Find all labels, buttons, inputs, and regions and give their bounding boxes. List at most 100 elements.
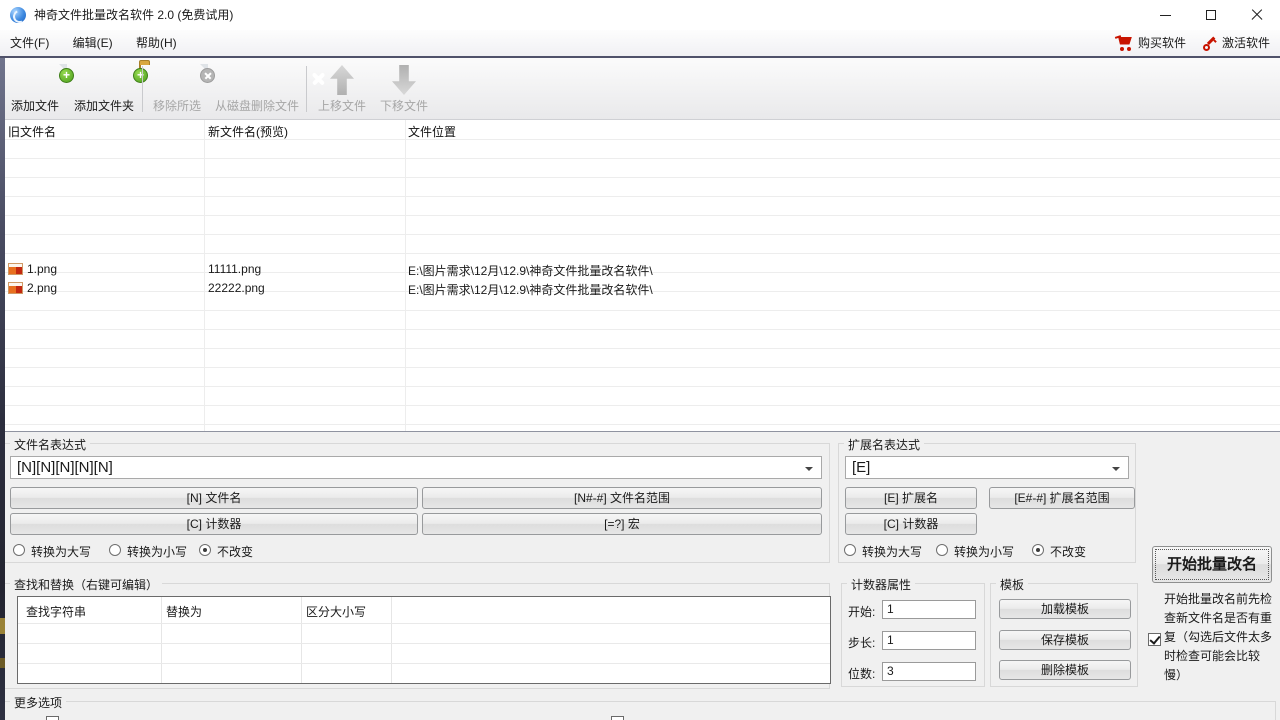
filename-expression-input[interactable]: [N][N][N][N][N] <box>10 456 822 479</box>
more-options-group: 更多选项 <box>4 701 1276 720</box>
chevron-down-icon[interactable] <box>805 467 813 475</box>
row-divider <box>18 623 830 624</box>
add-folder-icon <box>139 64 141 80</box>
insert-name-button[interactable]: [N] 文件名 <box>10 487 418 509</box>
delete-template-button[interactable]: 删除模板 <box>999 660 1131 680</box>
table-row[interactable]: 2.png 22222.png E:\图片需求\12月\12.9\神奇文件批量改… <box>0 279 1280 297</box>
radio-ext-nochange[interactable] <box>1032 544 1044 556</box>
counter-step-input[interactable]: 1 <box>882 631 976 650</box>
new-name-cell: 11111.png <box>208 262 261 276</box>
location-cell: E:\图片需求\12月\12.9\神奇文件批量改名软件\ <box>408 262 653 279</box>
move-up-icon <box>330 65 354 95</box>
options-panel: 文件名表达式 [N][N][N][N][N] [N] 文件名 [N#-#] 文件… <box>0 432 1280 720</box>
insert-ext-counter-button[interactable]: [C] 计数器 <box>845 513 977 535</box>
save-template-button[interactable]: 保存模板 <box>999 630 1131 650</box>
delete-from-disk-button: 从磁盘删除文件 <box>209 60 305 117</box>
radio-name-lowercase-label[interactable]: 转换为小写 <box>127 543 187 560</box>
column-divider <box>161 597 162 683</box>
radio-name-uppercase-label[interactable]: 转换为大写 <box>31 543 91 560</box>
file-table[interactable]: 旧文件名 新文件名(预览) 文件位置 1.png 11111.png E:\图片… <box>0 120 1280 432</box>
maximize-icon <box>1206 10 1216 20</box>
image-file-icon <box>8 263 23 275</box>
insert-name-range-button[interactable]: [N#-#] 文件名范围 <box>422 487 822 509</box>
filename-expression-title: 文件名表达式 <box>10 436 90 453</box>
chevron-down-icon[interactable] <box>1112 467 1120 475</box>
remove-selected-button: 移除所选 <box>147 60 207 117</box>
old-name-cell: 2.png <box>27 281 57 295</box>
remove-selected-label: 移除所选 <box>147 97 207 114</box>
add-file-label: 添加文件 <box>4 97 66 114</box>
add-folder-button[interactable]: 添加文件夹 <box>68 60 140 117</box>
buy-software-label: 购买软件 <box>1138 30 1186 56</box>
app-window: 神奇文件批量改名软件 2.0 (免费试用) 文件(F) 编辑(E) 帮助(H) … <box>0 0 1280 720</box>
radio-name-nochange-label[interactable]: 不改变 <box>217 543 253 560</box>
delete-from-disk-label: 从磁盘删除文件 <box>209 97 305 114</box>
check-duplicates-note: 开始批量改名前先检查新文件名是否有重复（勾选后文件太多时检查可能会比较慢） <box>1164 590 1276 685</box>
extension-expression-title: 扩展名表达式 <box>844 436 924 453</box>
column-header-case-sensitive[interactable]: 区分大小写 <box>306 603 366 620</box>
cart-icon <box>1115 35 1135 52</box>
column-header-location[interactable]: 文件位置 <box>408 123 456 140</box>
table-row[interactable]: 1.png 11111.png E:\图片需求\12月\12.9\神奇文件批量改… <box>0 260 1280 278</box>
counter-start-input[interactable]: 1 <box>882 600 976 619</box>
activate-software-button[interactable]: 激活软件 <box>1194 30 1278 56</box>
radio-ext-uppercase-label[interactable]: 转换为大写 <box>862 543 922 560</box>
move-down-icon <box>392 65 416 95</box>
minimize-button[interactable] <box>1142 0 1188 30</box>
find-replace-group: 查找和替换（右键可编辑） 查找字符串 替换为 区分大小写 <box>4 583 830 689</box>
radio-name-lowercase[interactable] <box>109 544 121 556</box>
minimize-icon <box>1160 15 1171 16</box>
radio-name-nochange[interactable] <box>199 544 211 556</box>
menu-item-help[interactable]: 帮助(H) <box>126 30 187 56</box>
move-up-label: 上移文件 <box>311 97 373 114</box>
find-replace-title: 查找和替换（右键可编辑） <box>10 576 162 593</box>
column-header-replace[interactable]: 替换为 <box>166 603 202 620</box>
move-up-button: 上移文件 <box>311 60 373 117</box>
filename-expression-value: [N][N][N][N][N] <box>17 459 113 476</box>
column-header-new-name[interactable]: 新文件名(预览) <box>208 123 288 140</box>
close-button[interactable] <box>1234 0 1280 30</box>
key-icon <box>1202 35 1219 52</box>
maximize-button[interactable] <box>1188 0 1234 30</box>
column-header-old-name[interactable]: 旧文件名 <box>8 123 56 140</box>
radio-ext-nochange-label[interactable]: 不改变 <box>1050 543 1086 560</box>
menubar: 文件(F) 编辑(E) 帮助(H) 购买软件 激活软件 <box>0 30 1280 56</box>
activate-software-label: 激活软件 <box>1222 30 1270 56</box>
image-file-icon <box>8 282 23 294</box>
insert-counter-button[interactable]: [C] 计数器 <box>10 513 418 535</box>
menu-item-edit[interactable]: 编辑(E) <box>63 30 123 56</box>
menu-item-file[interactable]: 文件(F) <box>0 30 59 56</box>
radio-ext-lowercase-label[interactable]: 转换为小写 <box>954 543 1014 560</box>
toolbar-separator <box>142 66 143 112</box>
counter-start-label: 开始: <box>848 603 875 620</box>
load-template-button[interactable]: 加载模板 <box>999 599 1131 619</box>
column-header-find[interactable]: 查找字符串 <box>26 603 86 620</box>
app-icon <box>10 7 26 23</box>
more-options-checkbox[interactable] <box>46 716 59 720</box>
insert-macro-button[interactable]: [=?] 宏 <box>422 513 822 535</box>
radio-name-uppercase[interactable] <box>13 544 25 556</box>
add-folder-label: 添加文件夹 <box>68 97 140 114</box>
location-cell: E:\图片需求\12月\12.9\神奇文件批量改名软件\ <box>408 281 653 298</box>
column-divider <box>391 597 392 683</box>
add-file-button[interactable]: 添加文件 <box>4 60 66 117</box>
titlebar: 神奇文件批量改名软件 2.0 (免费试用) <box>0 0 1280 30</box>
toolbar-separator <box>306 66 307 112</box>
move-down-label: 下移文件 <box>374 97 434 114</box>
radio-ext-lowercase[interactable] <box>936 544 948 556</box>
counter-digits-input[interactable]: 3 <box>882 662 976 681</box>
toolbar: 添加文件 添加文件夹 移除所选 从磁盘删除文件 上移文件 下移文件 <box>0 58 1280 120</box>
buy-software-button[interactable]: 购买软件 <box>1107 30 1194 56</box>
radio-ext-uppercase[interactable] <box>844 544 856 556</box>
start-rename-button[interactable]: 开始批量改名 <box>1152 546 1272 583</box>
find-replace-table[interactable]: 查找字符串 替换为 区分大小写 <box>17 596 831 684</box>
extension-expression-input[interactable]: [E] <box>845 456 1129 479</box>
insert-ext-button[interactable]: [E] 扩展名 <box>845 487 977 509</box>
remove-selected-icon <box>206 64 208 80</box>
move-down-button: 下移文件 <box>374 60 434 117</box>
counter-properties-title: 计数器属性 <box>847 576 915 593</box>
more-options-checkbox[interactable] <box>611 716 624 720</box>
column-divider <box>301 597 302 683</box>
insert-ext-range-button[interactable]: [E#-#] 扩展名范围 <box>989 487 1135 509</box>
check-duplicates-checkbox[interactable] <box>1148 633 1161 646</box>
